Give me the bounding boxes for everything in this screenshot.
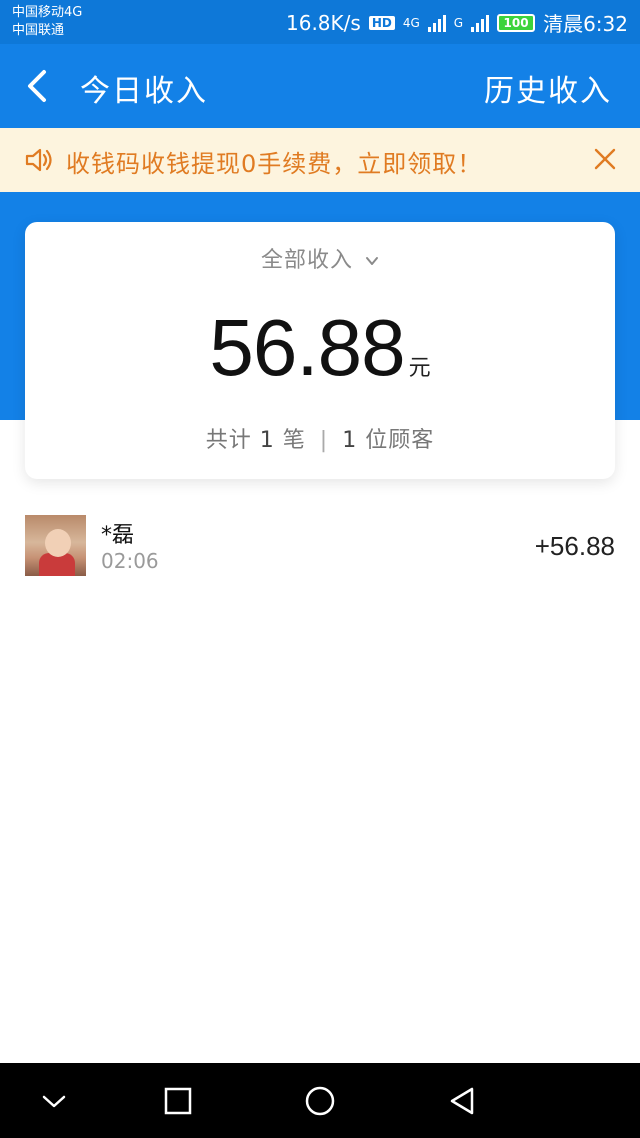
transaction-amount: +56.88 [534,531,615,561]
status-bar: 中国移动4G 中国联通 16.8K/s HD 4G G 100 清晨6:32 [0,0,640,44]
amount-unit: 元 [408,356,431,381]
history-income-button[interactable]: 历史收入 [484,66,612,110]
divider: | [319,428,329,453]
network-type-2: G [453,15,464,30]
network-type-1: 4G [402,15,420,30]
close-icon[interactable] [592,146,618,172]
transaction-row[interactable]: *磊 02:06 +56.88 [25,515,615,577]
carrier-info: 中国移动4G 中国联通 [12,4,82,40]
customer-unit: 位顾客 [365,428,435,453]
circle-home-icon[interactable] [304,1085,336,1117]
back-button[interactable] [22,64,62,108]
system-nav-bar [0,1063,640,1138]
count-unit: 笔 [282,428,306,453]
chevron-down-icon[interactable] [38,1085,70,1117]
count-prefix: 共计 [205,428,252,453]
transaction-count: 1 [259,428,275,453]
hd-badge: HD [368,15,395,30]
income-filter-dropdown[interactable]: 全部收入 [25,242,615,274]
nav-bar: 今日收入 历史收入 [0,44,640,128]
clock: 清晨6:32 [543,12,628,36]
customer-count: 1 [342,428,358,453]
total-amount: 56.88 元 [25,302,615,394]
carrier-1: 中国移动4G [12,5,83,20]
transaction-time: 02:06 [101,549,159,573]
battery-icon: 100 [497,13,536,32]
promo-text: 收钱码收钱提现0手续费，立即领取！ [66,150,483,178]
payer-name: *磊 [101,523,135,548]
avatar [25,515,86,576]
transaction-summary: 共计 1 笔 | 1 位顾客 [25,422,615,454]
carrier-2: 中国联通 [12,23,65,38]
avatar-face-shape [45,529,71,557]
chevron-down-icon [366,257,378,265]
network-speed: 16.8K/s [286,10,361,35]
signal-icon-2 [471,14,490,32]
signal-icon [427,14,446,32]
status-icons: 16.8K/s HD 4G G 100 清晨6:32 [286,8,628,37]
speaker-icon [25,148,52,172]
amount-value: 56.88 [209,303,405,392]
income-summary-card: 全部收入 56.88 元 共计 1 笔 | 1 位顾客 [25,222,615,479]
filter-label: 全部收入 [260,248,353,273]
triangle-back-icon[interactable] [446,1085,478,1117]
chevron-left-icon [28,70,46,102]
promo-banner[interactable]: 收钱码收钱提现0手续费，立即领取！ [0,128,640,192]
page-title: 今日收入 [80,74,208,109]
square-recent-icon[interactable] [162,1085,194,1117]
